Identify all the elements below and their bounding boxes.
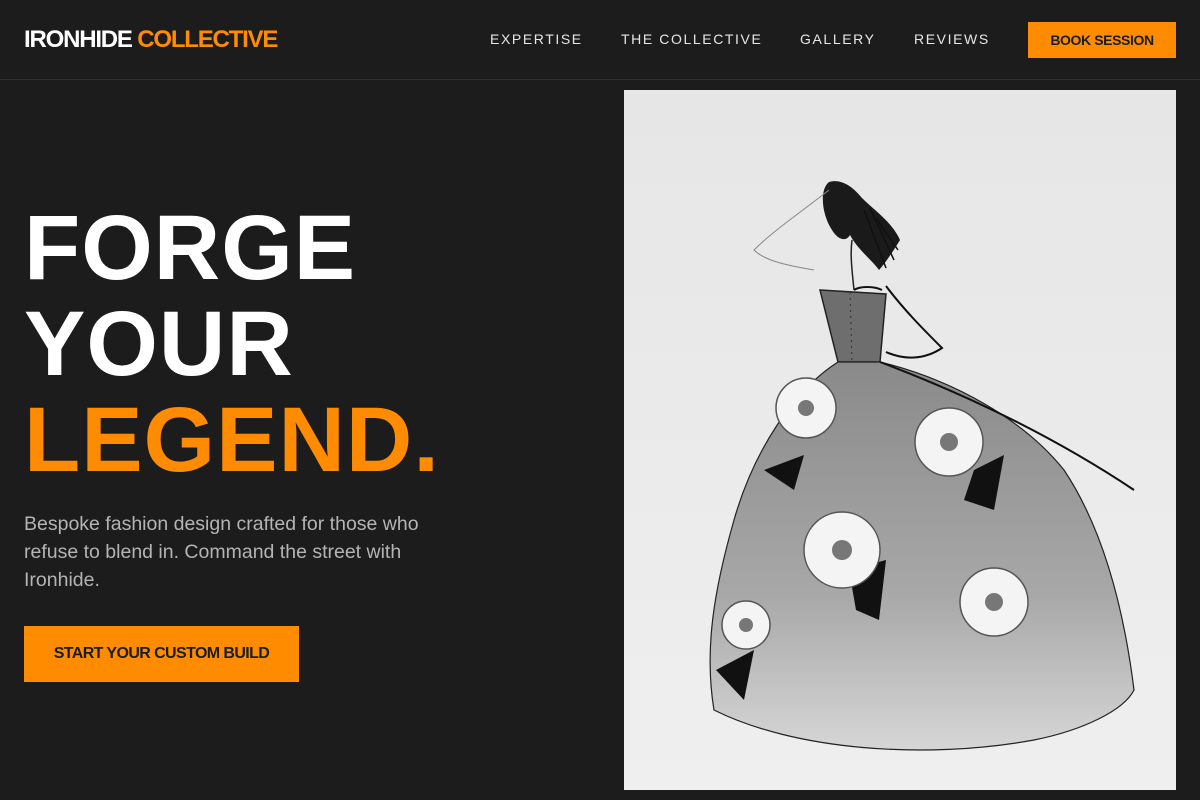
- hero-fashion-sketch-image: [624, 90, 1176, 790]
- nav-item-expertise[interactable]: EXPERTISE: [490, 30, 583, 48]
- start-custom-build-button[interactable]: START YOUR CUSTOM BUILD: [24, 626, 299, 682]
- headline-line-1: FORGE: [24, 197, 357, 299]
- brand-name: IRONHIDE: [24, 26, 133, 53]
- headline-line-2: YOUR: [24, 293, 294, 395]
- nav-item-reviews[interactable]: REVIEWS: [914, 30, 990, 48]
- nav-item-gallery[interactable]: GALLERY: [800, 30, 876, 48]
- site-header: IRONHIDE COLLECTIVE EXPERTISE THE COLLEC…: [0, 0, 1200, 80]
- book-session-button[interactable]: BOOK SESSION: [1028, 22, 1176, 58]
- headline-line-3: LEGEND.: [24, 389, 440, 491]
- brand-logo[interactable]: IRONHIDE COLLECTIVE: [24, 25, 278, 55]
- brand-accent: COLLECTIVE: [137, 26, 278, 53]
- hero-headline: FORGE YOUR LEGEND.: [24, 200, 440, 488]
- gown-sketch-illustration: [624, 90, 1176, 790]
- nav-item-the-collective[interactable]: THE COLLECTIVE: [621, 30, 762, 48]
- hero-subtext: Bespoke fashion design crafted for those…: [24, 513, 419, 591]
